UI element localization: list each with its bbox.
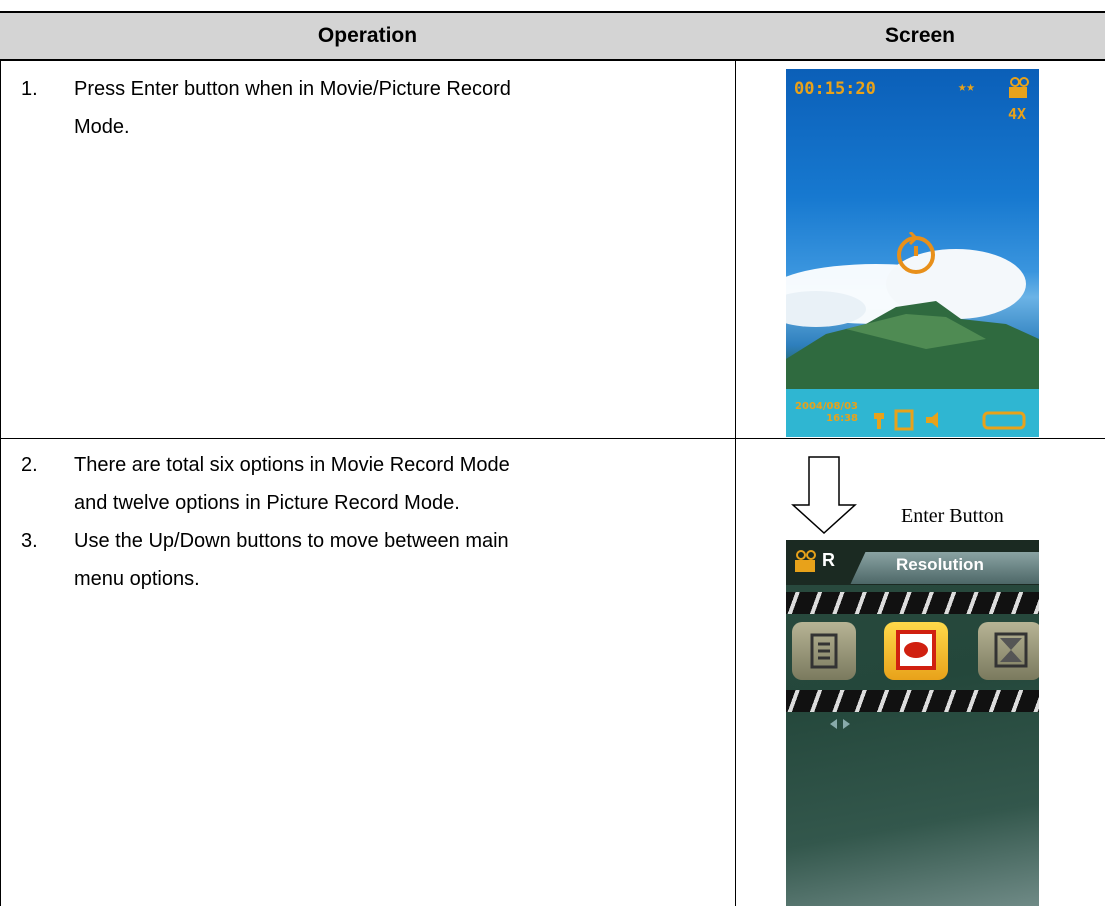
date-time: 2004/08/03 16:38 [792, 401, 858, 425]
menu-title: Resolution [896, 555, 984, 574]
step-text-line: Mode. [74, 116, 130, 138]
step-text-line: There are total six options in Movie Rec… [74, 454, 510, 476]
step-2: 2. There are total six options in Movie … [21, 446, 711, 522]
hourglass-icon [994, 632, 1028, 668]
header-screen: Screen [884, 24, 956, 47]
header-operation: Operation [317, 24, 418, 47]
resolution-option-button[interactable] [884, 622, 948, 680]
hourglass-option-button[interactable] [978, 622, 1039, 680]
mode-letter: R [822, 550, 835, 570]
record-time: 00:15:20 [794, 79, 876, 99]
camera-menu-screenshot: R Resolution [786, 540, 1039, 906]
left-right-arrows-icon [830, 719, 850, 729]
self-timer-icon [897, 232, 935, 274]
step-text-line: Use the Up/Down buttons to move between … [74, 530, 509, 552]
flash-icon [874, 413, 884, 429]
down-arrow-icon [791, 456, 857, 535]
camera-record-screenshot: 00:15:20 ★★ 4X 2004/08/03 16:38 [786, 69, 1039, 437]
instruction-table: Operation Screen 1. Press Enter button w… [0, 0, 1105, 906]
step-text-line: and twelve options in Picture Record Mod… [74, 492, 460, 514]
step-number: 1. [21, 78, 38, 100]
list-icon [810, 633, 838, 669]
step-text-line: Press Enter button when in Movie/Picture… [74, 78, 511, 100]
movie-camera-icon [1009, 77, 1029, 98]
step-3: 3. Use the Up/Down buttons to move betwe… [21, 522, 711, 598]
step-number: 3. [21, 530, 38, 552]
status-icons [874, 409, 1026, 431]
film-stripe-bottom [786, 690, 1039, 712]
film-stripe-top [786, 592, 1039, 614]
list-option-button[interactable] [792, 622, 856, 680]
movie-camera-icon [795, 550, 816, 572]
sd-card-icon [894, 409, 914, 431]
resolution-icon [896, 630, 936, 670]
step-number: 2. [21, 454, 38, 476]
sound-icon [926, 412, 938, 428]
quality-stars: ★★ [958, 79, 975, 95]
battery-icon [982, 411, 1026, 430]
date-text: 2004/08/03 [795, 401, 858, 412]
step-text-line: menu options. [74, 568, 200, 590]
zoom-level: 4X [1008, 105, 1027, 123]
step-1: 1. Press Enter button when in Movie/Pict… [21, 70, 711, 150]
enter-button-label: Enter Button [901, 505, 1004, 527]
clock-text: 16:38 [826, 413, 858, 424]
